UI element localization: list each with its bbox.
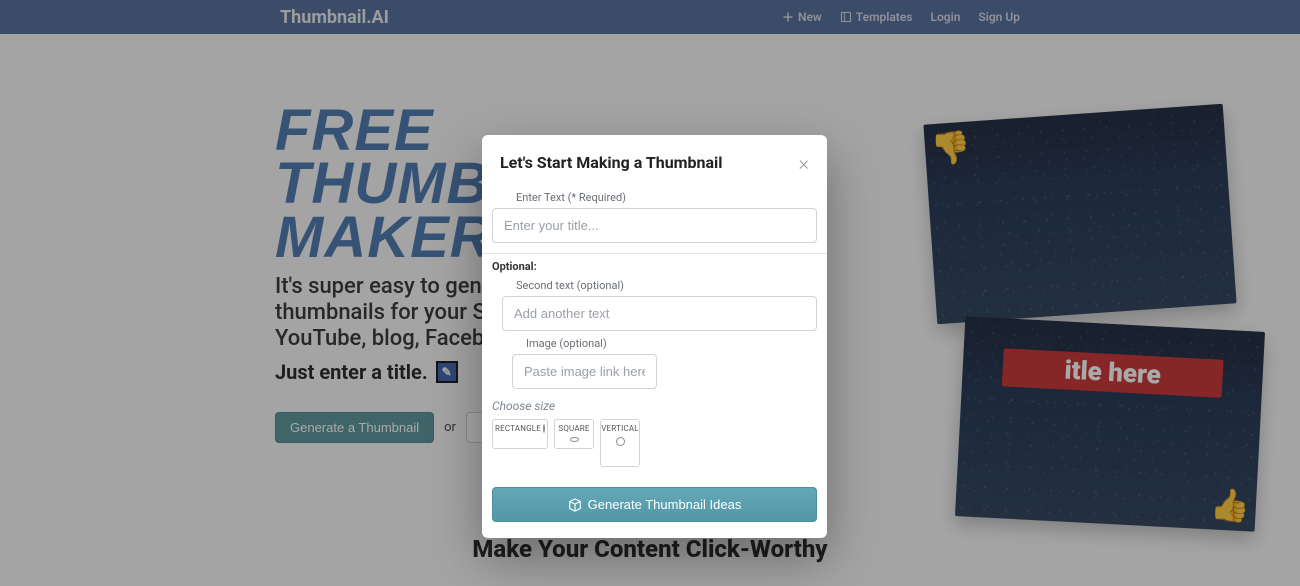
divider [482, 253, 827, 254]
second-text-input[interactable] [502, 296, 817, 331]
title-input[interactable] [492, 208, 817, 243]
optional-header: Optional: [492, 260, 817, 273]
close-icon[interactable]: × [799, 153, 809, 173]
choose-size-label: Choose size [492, 399, 817, 413]
size-square-label: Square [558, 424, 589, 433]
label-second-text: Second text (optional) [516, 279, 817, 292]
size-rectangle-label: Rectangle [495, 424, 541, 433]
label-enter-text: Enter Text (* Required) [516, 191, 817, 204]
size-vertical[interactable]: Vertical [600, 419, 640, 467]
radio-icon [616, 437, 625, 446]
size-square[interactable]: Square [554, 419, 594, 449]
radio-icon [570, 437, 579, 442]
label-image: Image (optional) [526, 337, 817, 350]
generate-thumbnail-ideas-button[interactable]: Generate Thumbnail Ideas [492, 487, 817, 522]
modal-body: Enter Text (* Required) Optional: Second… [482, 191, 827, 538]
modal: Let's Start Making a Thumbnail × Enter T… [482, 135, 827, 538]
generate-ideas-label: Generate Thumbnail Ideas [588, 497, 742, 512]
modal-header: Let's Start Making a Thumbnail × [482, 135, 827, 187]
size-rectangle[interactable]: Rectangle [492, 419, 548, 449]
cube-icon [568, 498, 582, 512]
second-text-group: Second text (optional) [502, 279, 817, 331]
radio-icon [543, 424, 545, 433]
size-vertical-label: Vertical [601, 424, 639, 433]
image-group: Image (optional) [512, 337, 817, 389]
modal-title: Let's Start Making a Thumbnail [500, 153, 723, 172]
size-boxes: Rectangle Square Vertical [492, 419, 817, 467]
image-link-input[interactable] [512, 354, 657, 389]
